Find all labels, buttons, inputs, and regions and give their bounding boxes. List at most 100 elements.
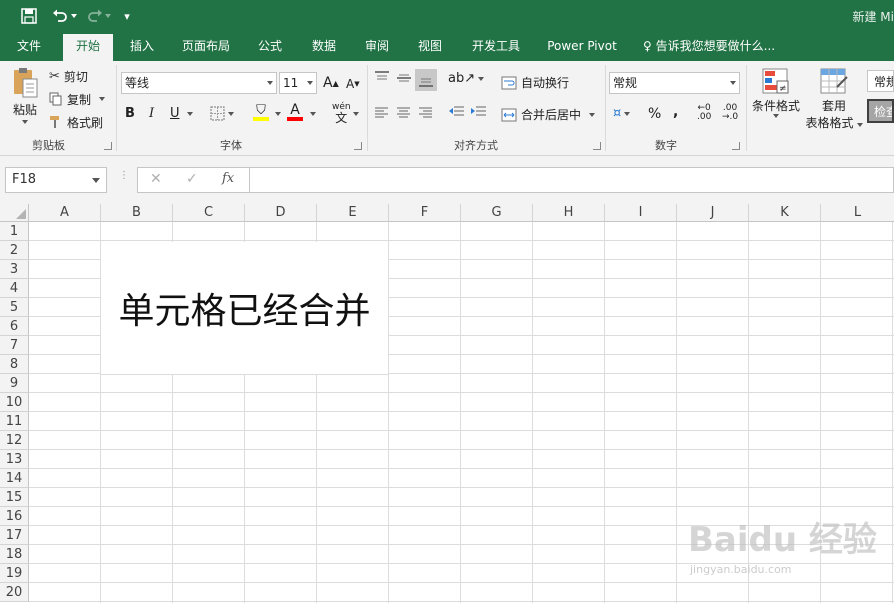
redo-dropdown-icon[interactable] — [104, 6, 112, 26]
increase-decimal-button[interactable]: ←0 .00 — [697, 104, 711, 122]
tab-insert[interactable]: 插入 — [122, 32, 162, 61]
font-name-select[interactable]: 等线 — [121, 72, 277, 94]
column-header-j[interactable]: J — [677, 204, 749, 222]
column-header-a[interactable]: A — [29, 204, 101, 222]
row-header-16[interactable]: 16 — [0, 507, 29, 526]
accounting-format-button[interactable]: ¤ — [613, 106, 631, 121]
tab-power-pivot[interactable]: Power Pivot — [543, 32, 621, 61]
row-header-18[interactable]: 18 — [0, 545, 29, 564]
alignment-launcher-icon[interactable] — [593, 142, 601, 150]
cell-style-normal[interactable]: 常規 — [867, 70, 894, 92]
tell-me-search[interactable]: ♀ 告诉我您想要做什么... — [643, 32, 775, 61]
format-painter-button[interactable]: 格式刷 — [49, 113, 103, 131]
row-header-6[interactable]: 6 — [0, 317, 29, 336]
row-header-19[interactable]: 19 — [0, 564, 29, 583]
undo-icon[interactable] — [50, 6, 70, 26]
row-header-10[interactable]: 10 — [0, 393, 29, 412]
tab-page-layout[interactable]: 页面布局 — [175, 32, 237, 61]
align-center-button[interactable] — [396, 107, 411, 119]
row-header-8[interactable]: 8 — [0, 355, 29, 374]
row-header-4[interactable]: 4 — [0, 279, 29, 298]
column-header-k[interactable]: K — [749, 204, 821, 222]
customize-qat-icon[interactable]: ▾ — [121, 6, 133, 26]
row-header-2[interactable]: 2 — [0, 241, 29, 260]
column-header-h[interactable]: H — [533, 204, 605, 222]
underline-button[interactable]: U — [170, 106, 180, 121]
align-left-button[interactable] — [374, 107, 389, 119]
column-header-f[interactable]: F — [389, 204, 461, 222]
row-header-14[interactable]: 14 — [0, 469, 29, 488]
increase-indent-button[interactable] — [470, 106, 487, 119]
row-header-9[interactable]: 9 — [0, 374, 29, 393]
formula-bar-grip-icon[interactable]: ⋮ — [119, 171, 129, 187]
decrease-decimal-button[interactable]: .00 →.0 — [722, 104, 738, 122]
bold-button[interactable]: B — [125, 106, 135, 121]
paste-button[interactable]: 粘贴 — [8, 67, 42, 125]
merge-center-button[interactable]: 合并后居中 — [501, 106, 596, 123]
clipboard-launcher-icon[interactable] — [104, 142, 112, 150]
tab-view[interactable]: 视图 — [410, 32, 450, 61]
comma-style-button[interactable]: , — [673, 104, 678, 120]
row-header-13[interactable]: 13 — [0, 450, 29, 469]
row-header-20[interactable]: 20 — [0, 583, 29, 602]
column-header-i[interactable]: I — [605, 204, 677, 222]
tab-formulas[interactable]: 公式 — [250, 32, 290, 61]
font-color-button[interactable]: A — [287, 103, 303, 121]
column-header-c[interactable]: C — [173, 204, 245, 222]
row-header-7[interactable]: 7 — [0, 336, 29, 355]
row-header-3[interactable]: 3 — [0, 260, 29, 279]
cut-button[interactable]: ✂ 剪切 — [49, 67, 88, 85]
grow-font-button[interactable]: A ▲ — [323, 75, 339, 91]
number-launcher-icon[interactable] — [732, 142, 740, 150]
font-color-dropdown-icon[interactable] — [307, 112, 316, 116]
align-right-button[interactable] — [418, 107, 433, 119]
tab-file[interactable]: 文件 — [8, 32, 50, 61]
align-top-button[interactable] — [374, 71, 390, 85]
column-header-e[interactable]: E — [317, 204, 389, 222]
percent-button[interactable]: % — [648, 106, 661, 122]
copy-button[interactable]: 复制 — [49, 90, 106, 108]
underline-dropdown-icon[interactable] — [184, 112, 193, 116]
save-icon[interactable] — [19, 6, 39, 26]
column-header-g[interactable]: G — [461, 204, 533, 222]
font-launcher-icon[interactable] — [354, 142, 362, 150]
font-size-select[interactable]: 11 — [279, 72, 317, 94]
phonetic-dropdown-icon[interactable] — [350, 112, 359, 116]
column-header-b[interactable]: B — [101, 204, 173, 222]
tab-data[interactable]: 数据 — [304, 32, 344, 61]
undo-dropdown-icon[interactable] — [70, 6, 78, 26]
column-header-d[interactable]: D — [245, 204, 317, 222]
row-header-15[interactable]: 15 — [0, 488, 29, 507]
align-bottom-button[interactable] — [415, 69, 437, 91]
align-middle-button[interactable] — [396, 71, 412, 85]
redo-icon[interactable] — [85, 6, 105, 26]
row-header-1[interactable]: 1 — [0, 222, 29, 241]
name-box[interactable]: F18 — [5, 167, 107, 193]
format-as-table-button[interactable]: 套用 表格格式 — [804, 67, 864, 131]
conditional-format-button[interactable]: ≠ 条件格式 — [750, 67, 802, 118]
number-format-select[interactable]: 常规 — [609, 72, 740, 94]
phonetic-button[interactable]: wén 文 — [332, 102, 351, 125]
row-header-17[interactable]: 17 — [0, 526, 29, 545]
name-box-dropdown-icon[interactable] — [92, 178, 100, 183]
shrink-font-button[interactable]: A ▼ — [346, 77, 360, 91]
row-header-5[interactable]: 5 — [0, 298, 29, 317]
tab-home[interactable]: 开始 — [63, 34, 113, 61]
wrap-text-button[interactable]: 自动换行 — [501, 74, 569, 91]
decrease-indent-button[interactable] — [448, 106, 465, 119]
row-header-12[interactable]: 12 — [0, 431, 29, 450]
row-header-11[interactable]: 11 — [0, 412, 29, 431]
italic-button[interactable]: I — [149, 106, 154, 121]
borders-button[interactable] — [210, 106, 234, 121]
cell-style-check[interactable]: 检查 — [867, 99, 894, 123]
enter-entry-button[interactable]: ✓ — [186, 171, 198, 187]
tab-review[interactable]: 审阅 — [357, 32, 397, 61]
select-all-button[interactable] — [0, 204, 29, 222]
fill-color-dropdown-icon[interactable] — [272, 112, 281, 116]
column-header-l[interactable]: L — [821, 204, 894, 222]
merged-cell-b2-e8[interactable]: 单元格已经合并 — [101, 242, 389, 375]
insert-function-button[interactable]: fx — [222, 171, 234, 186]
tab-developer[interactable]: 开发工具 — [465, 32, 527, 61]
orientation-button[interactable]: ab↗ — [448, 71, 485, 86]
cancel-entry-button[interactable]: ✕ — [150, 171, 162, 187]
